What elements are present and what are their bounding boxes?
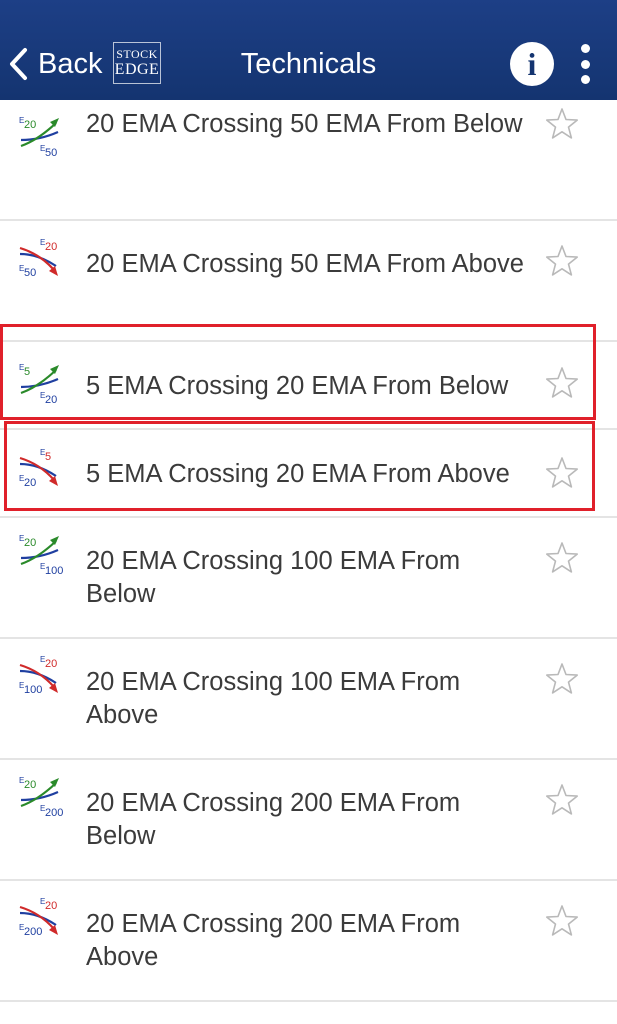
- svg-text:100: 100: [24, 684, 42, 696]
- ema-crossover-down-icon: E 20E 200: [19, 897, 58, 938]
- list-item[interactable]: E 5 E 20 5 EMA Crossing 20 EMA From Above: [0, 430, 617, 518]
- svg-text:100: 100: [45, 565, 63, 577]
- ema-crossover-down-icon: E 5E 20: [19, 448, 58, 489]
- more-dot: [580, 44, 590, 53]
- info-button[interactable]: i: [510, 42, 554, 86]
- svg-text:20: 20: [45, 241, 57, 253]
- ema-crossover-down-icon: E 20E 100: [19, 655, 58, 696]
- list-item[interactable]: E 20 E 200 20 EMA Crossing 200 EMA From Abov…: [0, 881, 617, 1002]
- more-options-button[interactable]: [575, 44, 595, 84]
- star-outline-icon[interactable]: [544, 106, 580, 142]
- svg-text:5: 5: [45, 451, 51, 463]
- list-item-label: 20 EMA Crossing 100 EMA From Above: [86, 668, 461, 729]
- list-item[interactable]: E 20 E 100 20 EMA Crossing 100 EMA From Abov…: [0, 639, 617, 760]
- ema-crossover-up-icon: E 5E 20: [19, 363, 59, 406]
- star-outline-icon[interactable]: [544, 455, 580, 491]
- list-item-label: 5 EMA Crossing 20 EMA From Below: [86, 372, 509, 400]
- app-header: Back STOCK EDGE Technicals i: [0, 0, 617, 100]
- svg-text:20: 20: [45, 900, 57, 912]
- star-outline-icon[interactable]: [544, 243, 580, 279]
- svg-text:50: 50: [24, 267, 36, 279]
- ema-crossover-up-icon: E 20E 200: [19, 776, 63, 819]
- svg-text:200: 200: [45, 807, 63, 819]
- ema-crossover-up-icon: E 20E 100: [19, 534, 63, 577]
- svg-text:20: 20: [24, 477, 36, 489]
- svg-text:5: 5: [24, 366, 30, 378]
- svg-text:20: 20: [24, 779, 36, 791]
- list-item-label: 20 EMA Crossing 100 EMA From Below: [86, 547, 461, 608]
- ema-crossover-down-icon: E 20E 50: [19, 238, 58, 279]
- logo-line-2: EDGE: [114, 61, 160, 78]
- svg-text:20: 20: [24, 537, 36, 549]
- svg-text:20: 20: [45, 658, 57, 670]
- list-item-label: 20 EMA Crossing 200 EMA From Above: [86, 910, 461, 971]
- technicals-list: E 20 E 50 20 EMA Crossing 50 EMA From Below E…: [0, 100, 617, 1002]
- back-button[interactable]: Back: [8, 44, 102, 84]
- list-item[interactable]: E 5 E 20 5 EMA Crossing 20 EMA From Below: [0, 342, 617, 430]
- more-dot: [580, 59, 590, 69]
- ema-crossover-up-icon: E 20E 50: [19, 116, 59, 159]
- logo-line-1: STOCK: [116, 47, 158, 61]
- list-item-label: 20 EMA Crossing 50 EMA From Above: [86, 250, 524, 278]
- list-item[interactable]: E 20 E 100 20 EMA Crossing 100 EMA From Belo…: [0, 518, 617, 639]
- star-outline-icon[interactable]: [544, 782, 580, 818]
- star-outline-icon[interactable]: [544, 365, 580, 401]
- list-item[interactable]: E 20 E 50 20 EMA Crossing 50 EMA From Above: [0, 221, 617, 342]
- chevron-left-icon: [10, 48, 27, 80]
- list-item-label: 5 EMA Crossing 20 EMA From Above: [86, 460, 510, 488]
- list-item[interactable]: E 20 E 200 20 EMA Crossing 200 EMA From Belo…: [0, 760, 617, 881]
- star-outline-icon[interactable]: [544, 661, 580, 697]
- more-dot: [580, 75, 590, 84]
- svg-text:50: 50: [45, 147, 57, 159]
- stock-edge-logo: STOCK EDGE: [113, 42, 161, 84]
- star-outline-icon[interactable]: [544, 540, 580, 576]
- list-item[interactable]: E 20 E 50 20 EMA Crossing 50 EMA From Below: [0, 100, 617, 221]
- star-outline-icon[interactable]: [544, 903, 580, 939]
- svg-text:20: 20: [24, 119, 36, 131]
- list-item-label: 20 EMA Crossing 50 EMA From Below: [86, 110, 523, 138]
- back-label: Back: [38, 47, 103, 80]
- svg-text:20: 20: [45, 394, 57, 406]
- list-item-label: 20 EMA Crossing 200 EMA From Below: [86, 789, 461, 850]
- svg-text:200: 200: [24, 926, 42, 938]
- info-icon: i: [527, 46, 537, 82]
